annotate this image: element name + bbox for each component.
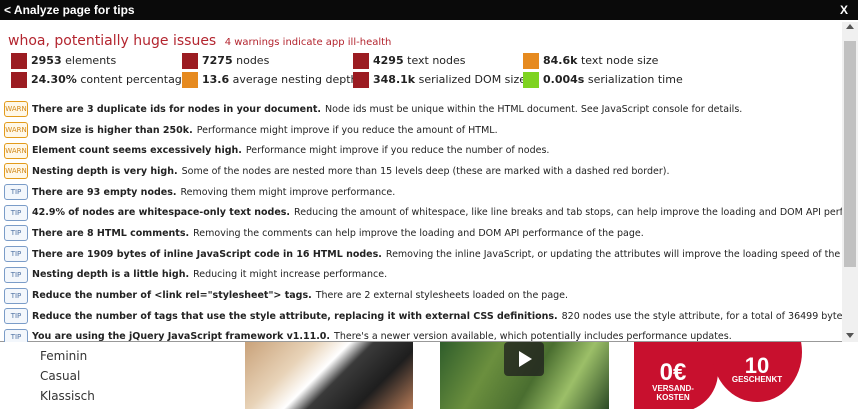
list-item: WARN There are 3 duplicate ids for nodes … bbox=[4, 99, 842, 120]
panel-content: whoa, potentially huge issues 4 warnings… bbox=[0, 22, 842, 342]
list-item: WARN Element count seems excessively high… bbox=[4, 140, 842, 161]
play-icon[interactable] bbox=[504, 342, 544, 376]
gift-badge-label: GESCHENKT bbox=[731, 375, 783, 384]
tip-badge: TIP bbox=[4, 184, 28, 201]
tip-badge: TIP bbox=[4, 328, 28, 342]
tip-badge: TIP bbox=[4, 287, 28, 304]
panel-title-back-link[interactable]: < Analyze page for tips bbox=[4, 0, 135, 20]
status-square bbox=[11, 53, 27, 69]
list-item: TIP Nesting depth is a little high. Reduci… bbox=[4, 265, 842, 286]
menu-item-klassisch[interactable]: Klassisch bbox=[40, 386, 95, 406]
list-item: TIP 42.9% of nodes are whitespace-only te… bbox=[4, 202, 842, 223]
list-item: WARN Nesting depth is very high. Some of t… bbox=[4, 161, 842, 182]
menu-item-feminin[interactable]: Feminin bbox=[40, 346, 95, 366]
summary-headline: whoa, potentially huge issues 4 warnings… bbox=[8, 32, 391, 50]
panel-scrollbar[interactable] bbox=[842, 22, 858, 342]
tip-badge: TIP bbox=[4, 308, 28, 325]
status-square bbox=[11, 72, 27, 88]
tips-list: WARN There are 3 duplicate ids for nodes … bbox=[4, 99, 842, 342]
category-menu: Feminin Casual Klassisch bbox=[40, 346, 95, 406]
list-item: TIP Reduce the number of <link rel="style… bbox=[4, 285, 842, 306]
list-item: TIP There are 1909 bytes of inline JavaSc… bbox=[4, 244, 842, 265]
warn-badge: WARN bbox=[4, 142, 28, 159]
status-square bbox=[523, 53, 539, 69]
scroll-down-icon[interactable] bbox=[846, 333, 854, 338]
menu-item-casual[interactable]: Casual bbox=[40, 366, 95, 386]
list-item: TIP There are 8 HTML comments. Removing th… bbox=[4, 223, 842, 244]
promo-banner[interactable]: 0€ VERSAND-KOSTEN 10 GESCHENKT bbox=[634, 342, 802, 409]
analysis-panel: < Analyze page for tips X whoa, potentia… bbox=[0, 0, 858, 342]
list-item: TIP There are 93 empty nodes. Removing the… bbox=[4, 182, 842, 203]
close-icon[interactable]: X bbox=[840, 0, 848, 20]
status-square bbox=[523, 72, 539, 88]
warn-badge: WARN bbox=[4, 163, 28, 180]
scroll-up-icon[interactable] bbox=[846, 24, 854, 29]
gift-badge-amount: 10 bbox=[744, 353, 770, 378]
summary-title: whoa, potentially huge issues bbox=[8, 33, 217, 49]
tip-badge: TIP bbox=[4, 266, 28, 283]
video-thumbnail[interactable] bbox=[440, 342, 609, 409]
list-item: WARN DOM size is higher than 250k. Perform… bbox=[4, 120, 842, 141]
tip-badge: TIP bbox=[4, 204, 28, 221]
scrollbar-thumb[interactable] bbox=[844, 41, 856, 267]
summary-subline: 4 warnings indicate app ill-health bbox=[224, 37, 392, 48]
status-square bbox=[353, 72, 369, 88]
status-square bbox=[182, 53, 198, 69]
warn-badge: WARN bbox=[4, 122, 28, 139]
fashion-photo[interactable] bbox=[245, 342, 413, 409]
status-square bbox=[353, 53, 369, 69]
list-item: TIP You are using the jQuery JavaScript f… bbox=[4, 327, 842, 342]
tip-badge: TIP bbox=[4, 246, 28, 263]
warn-badge: WARN bbox=[4, 101, 28, 118]
shipping-badge-amount: 0€ bbox=[659, 359, 687, 386]
list-item: TIP Reduce the number of tags that use th… bbox=[4, 306, 842, 327]
status-square bbox=[182, 72, 198, 88]
tip-badge: TIP bbox=[4, 225, 28, 242]
shipping-badge-label: VERSAND-KOSTEN bbox=[652, 384, 694, 402]
panel-header: < Analyze page for tips X bbox=[0, 0, 858, 20]
